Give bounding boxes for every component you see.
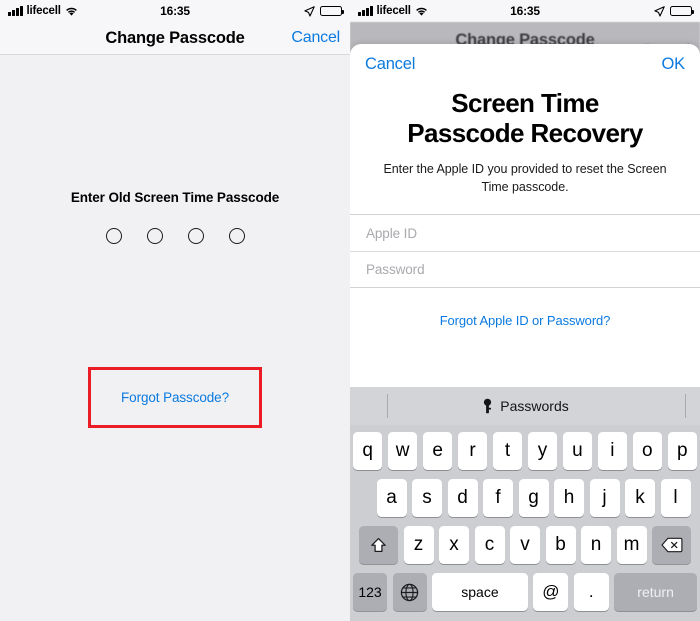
sheet-title-line-1: Screen Time (451, 88, 599, 118)
keyboard-row-4: 123 space @ . return (350, 573, 700, 611)
keyboard-row-2: a s d f g h j k l (350, 479, 700, 517)
key-icon (481, 398, 494, 414)
software-keyboard: Passwords q w e r t y u i o p a s d f g … (350, 387, 700, 621)
key-w[interactable]: w (387, 432, 418, 470)
sheet-cancel-button[interactable]: Cancel (365, 55, 415, 74)
sheet-ok-button[interactable]: OK (662, 55, 686, 74)
return-key[interactable]: return (614, 573, 697, 611)
battery-icon (320, 5, 345, 17)
location-arrow-icon (304, 5, 315, 17)
key-t[interactable]: t (492, 432, 523, 470)
red-highlight-box: Forgot Passcode? (88, 367, 262, 428)
key-s[interactable]: s (412, 479, 442, 517)
passcode-dot (228, 228, 245, 244)
key-f[interactable]: f (483, 479, 513, 517)
screenshot-root: lifecell 16:35 Change Passcode Cancel En… (0, 0, 700, 621)
suggestion-divider-left (387, 394, 388, 418)
password-autofill-bar[interactable]: Passwords (350, 387, 700, 425)
password-field[interactable]: Password (350, 251, 700, 287)
key-d[interactable]: d (447, 479, 478, 517)
status-bar-right: lifecell 16:35 (350, 0, 700, 22)
key-g[interactable]: g (518, 479, 549, 517)
cancel-button[interactable]: Cancel (291, 29, 340, 47)
status-bar-clock: 16:35 (510, 4, 540, 18)
keyboard-row-3: z x c v b n m (350, 526, 700, 564)
key-v[interactable]: v (510, 526, 540, 564)
key-c[interactable]: c (474, 526, 505, 564)
shift-icon[interactable] (359, 526, 398, 564)
key-p[interactable]: p (667, 432, 698, 470)
right-phone-screen: lifecell 16:35 Change Passcode Cancel OK… (350, 0, 700, 621)
period-key[interactable]: . (573, 573, 609, 611)
password-autofill-label: Passwords (500, 398, 569, 414)
passcode-entry-body: Enter Old Screen Time Passcode Forgot Pa… (0, 55, 350, 620)
battery-icon (670, 5, 695, 17)
passcode-dot (187, 228, 204, 244)
passcode-recovery-sheet: Cancel OK Screen Time Passcode Recovery … (350, 44, 700, 621)
at-key[interactable]: @ (533, 573, 569, 611)
key-u[interactable]: u (562, 432, 593, 470)
sheet-action-bar: Cancel OK (350, 44, 700, 84)
status-bar-right-group (304, 5, 345, 17)
forgot-passcode-annotation: Forgot Passcode? (0, 367, 350, 428)
sheet-title-line-2: Passcode Recovery (407, 118, 643, 149)
passcode-dot (146, 228, 163, 244)
forgot-passcode-link[interactable]: Forgot Passcode? (121, 390, 229, 405)
backspace-icon[interactable] (652, 526, 691, 564)
space-key[interactable]: space (432, 573, 528, 611)
key-e[interactable]: e (422, 432, 453, 470)
globe-icon[interactable] (392, 573, 427, 611)
key-y[interactable]: y (527, 432, 558, 470)
credentials-fields: Apple ID Password (350, 214, 700, 289)
passcode-prompt-label: Enter Old Screen Time Passcode (70, 190, 280, 205)
key-k[interactable]: k (625, 479, 655, 517)
passcode-dot (105, 228, 122, 244)
left-phone-screen: lifecell 16:35 Change Passcode Cancel En… (0, 0, 350, 621)
sheet-title: Screen Time Passcode Recovery (350, 84, 700, 149)
keyboard-row-1: q w e r t y u i o p (350, 432, 700, 470)
key-a[interactable]: a (376, 479, 407, 517)
status-bar-right-group (654, 5, 695, 17)
key-i[interactable]: i (597, 432, 628, 470)
key-l[interactable]: l (660, 479, 691, 517)
status-bar-left: lifecell 16:35 (0, 0, 350, 22)
key-r[interactable]: r (457, 432, 488, 470)
key-n[interactable]: n (581, 526, 611, 564)
suggestion-divider-right (685, 394, 686, 418)
key-o[interactable]: o (632, 432, 663, 470)
key-b[interactable]: b (545, 526, 576, 564)
location-arrow-icon (654, 5, 665, 17)
passcode-dots[interactable] (0, 228, 350, 244)
key-x[interactable]: x (439, 526, 469, 564)
key-j[interactable]: j (589, 479, 620, 517)
nav-bar-left: Change Passcode Cancel (0, 22, 350, 55)
key-q[interactable]: q (352, 432, 383, 470)
key-h[interactable]: h (554, 479, 584, 517)
apple-id-field[interactable]: Apple ID (350, 215, 700, 251)
sheet-description: Enter the Apple ID you provided to reset… (383, 161, 667, 194)
key-z[interactable]: z (403, 526, 434, 564)
status-bar-clock: 16:35 (160, 4, 190, 18)
key-m[interactable]: m (616, 526, 647, 564)
numbers-key[interactable]: 123 (353, 573, 387, 611)
forgot-apple-id-link[interactable]: Forgot Apple ID or Password? (350, 288, 700, 328)
